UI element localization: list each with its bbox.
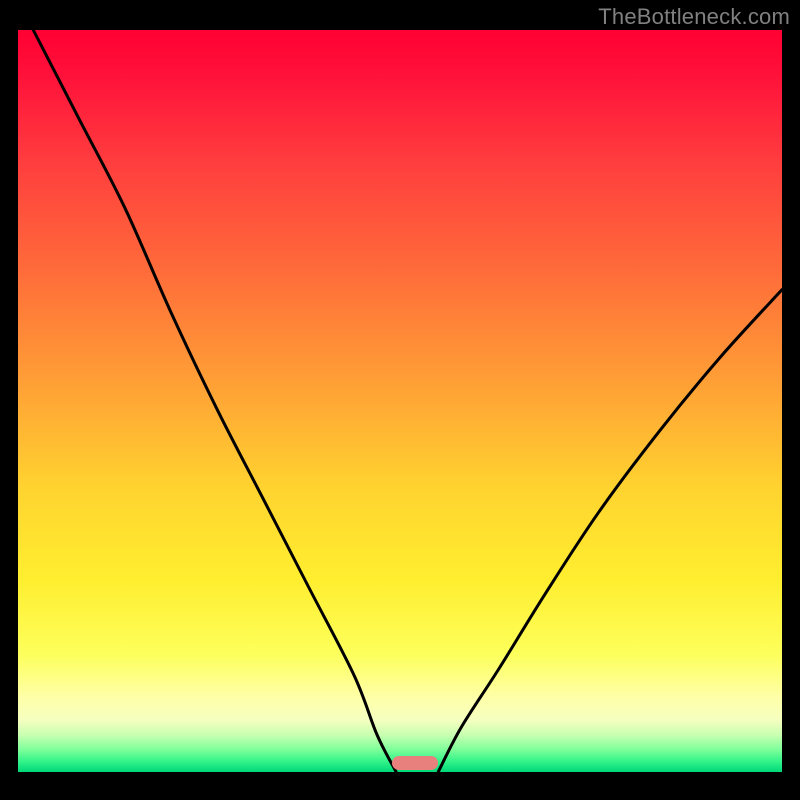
plot-area (18, 30, 782, 772)
chart-frame: TheBottleneck.com (0, 0, 800, 800)
curves-svg (18, 30, 782, 772)
left-curve (33, 30, 396, 772)
right-curve (438, 290, 782, 772)
watermark-text: TheBottleneck.com (598, 4, 790, 30)
bottleneck-marker (392, 756, 438, 770)
